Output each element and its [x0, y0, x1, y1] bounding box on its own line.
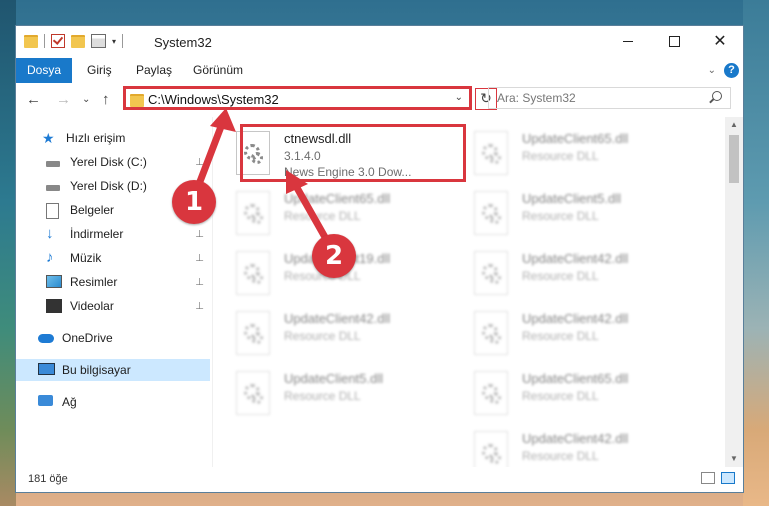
arrow-step1-head [210, 108, 236, 132]
step-1-badge: 1 [172, 180, 216, 224]
annotation-arrows [192, 108, 334, 250]
step-2-badge: 2 [312, 234, 356, 278]
